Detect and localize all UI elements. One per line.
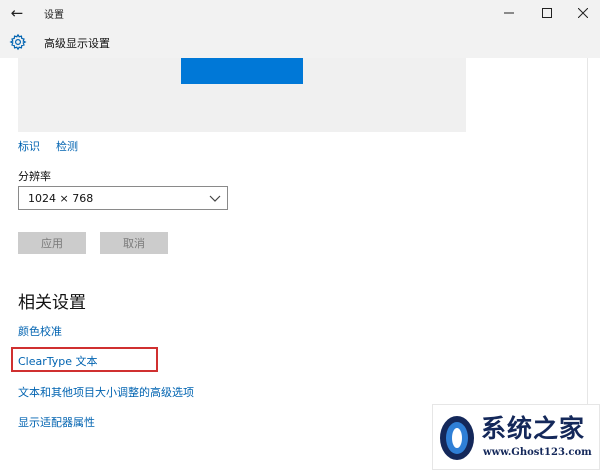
monitor-1-tile[interactable]: [181, 58, 303, 84]
page-header: 高级显示设置: [0, 26, 600, 58]
watermark-logo-icon: [440, 416, 474, 460]
page-title: 高级显示设置: [44, 37, 110, 50]
resolution-dropdown[interactable]: 1024 × 768: [18, 186, 228, 210]
back-button[interactable]: ←: [6, 2, 28, 24]
app-title: 设置: [44, 10, 64, 21]
apply-button-label: 应用: [41, 237, 63, 250]
maximize-button[interactable]: [532, 0, 562, 26]
watermark: 系统之家 www.Ghost123.com: [432, 404, 600, 470]
related-settings-heading: 相关设置: [18, 293, 86, 313]
color-calibration-link[interactable]: 颜色校准: [18, 323, 62, 339]
watermark-name: 系统之家: [481, 414, 586, 443]
cancel-button[interactable]: 取消: [100, 232, 168, 254]
watermark-url: www.Ghost123.com: [483, 447, 592, 458]
display-preview: [18, 58, 466, 132]
resolution-label: 分辨率: [18, 170, 51, 183]
chevron-down-icon: [209, 195, 221, 202]
arrow-left-icon: ←: [10, 4, 24, 22]
cancel-button-label: 取消: [123, 237, 145, 250]
close-button[interactable]: [568, 0, 598, 26]
title-bar: ← 设置: [0, 0, 600, 26]
detect-link[interactable]: 检测: [56, 138, 78, 154]
close-icon: [578, 8, 588, 18]
display-adapter-properties-link[interactable]: 显示适配器属性: [18, 414, 95, 430]
minimize-icon: [504, 12, 514, 14]
apply-button[interactable]: 应用: [18, 232, 86, 254]
maximize-icon: [542, 8, 552, 18]
minimize-button[interactable]: [494, 0, 524, 26]
advanced-sizing-link[interactable]: 文本和其他项目大小调整的高级选项: [18, 384, 194, 400]
cleartype-text-link[interactable]: ClearType 文本: [18, 353, 98, 369]
identify-link[interactable]: 标识: [18, 138, 40, 154]
resolution-value: 1024 × 768: [28, 192, 94, 205]
gear-icon: [9, 33, 27, 51]
